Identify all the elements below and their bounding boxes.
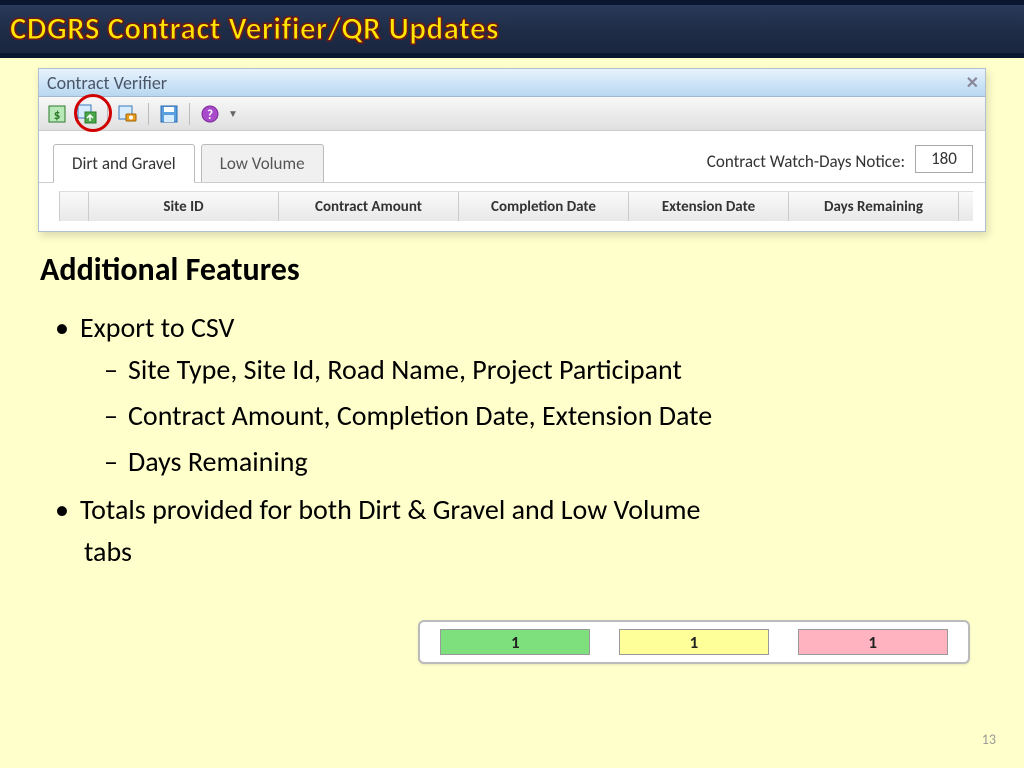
slide-title: CDGRS Contract Verifier/QR Updates — [10, 10, 499, 48]
tab-dirt-and-gravel[interactable]: Dirt and Gravel — [53, 144, 195, 183]
col-days-remaining[interactable]: Days Remaining — [789, 192, 959, 221]
col-completion-date[interactable]: Completion Date — [459, 192, 629, 221]
bullet-totals: Totals provided for both Dirt & Gravel a… — [44, 489, 980, 573]
col-contract-amount[interactable]: Contract Amount — [279, 192, 459, 221]
close-icon[interactable]: ✕ — [966, 73, 979, 93]
col-site-id[interactable]: Site ID — [89, 192, 279, 221]
chevron-down-icon[interactable]: ▼ — [228, 107, 238, 120]
bullet-export-csv: Export to CSV Site Type, Site Id, Road N… — [44, 307, 980, 483]
contract-verifier-window: Contract Verifier ✕ $ ? ▼ Dirt and Grave… — [38, 68, 986, 232]
slide-body: Additional Features Export to CSV Site T… — [40, 250, 980, 579]
total-pink: 1 — [798, 629, 948, 655]
watch-days-input[interactable]: 180 — [915, 145, 973, 173]
money-icon[interactable]: $ — [45, 102, 69, 126]
total-green: 1 — [440, 629, 590, 655]
toolbar-separator — [189, 103, 190, 125]
camera-icon[interactable] — [116, 102, 140, 126]
help-icon[interactable]: ? — [198, 102, 222, 126]
page-number: 13 — [982, 731, 996, 748]
total-yellow: 1 — [619, 629, 769, 655]
sub-bullet: Site Type, Site Id, Road Name, Project P… — [94, 349, 980, 391]
toolbar-separator — [107, 103, 108, 125]
totals-bar: 1 1 1 — [418, 620, 970, 664]
toolbar-separator — [148, 103, 149, 125]
sub-bullet: Days Remaining — [94, 441, 980, 483]
watch-days-label: Contract Watch-Days Notice: — [707, 151, 905, 172]
svg-text:?: ? — [207, 108, 213, 123]
svg-text:$: $ — [54, 108, 61, 123]
window-titlebar: Contract Verifier ✕ — [39, 69, 985, 97]
window-title-text: Contract Verifier — [47, 72, 167, 94]
row-selector-header — [59, 192, 89, 221]
grid-header: Site ID Contract Amount Completion Date … — [59, 191, 973, 221]
save-icon[interactable] — [157, 102, 181, 126]
col-extension-date[interactable]: Extension Date — [629, 192, 789, 221]
sub-bullet: Contract Amount, Completion Date, Extens… — [94, 395, 980, 437]
slide-title-bar: CDGRS Contract Verifier/QR Updates — [0, 0, 1024, 58]
tab-row: Dirt and Gravel Low Volume Contract Watc… — [39, 131, 985, 183]
tab-low-volume[interactable]: Low Volume — [201, 144, 324, 182]
toolbar: $ ? ▼ — [39, 97, 985, 131]
export-csv-icon[interactable] — [75, 102, 99, 126]
bullet-list: Export to CSV Site Type, Site Id, Road N… — [40, 307, 980, 573]
section-heading: Additional Features — [40, 250, 980, 289]
